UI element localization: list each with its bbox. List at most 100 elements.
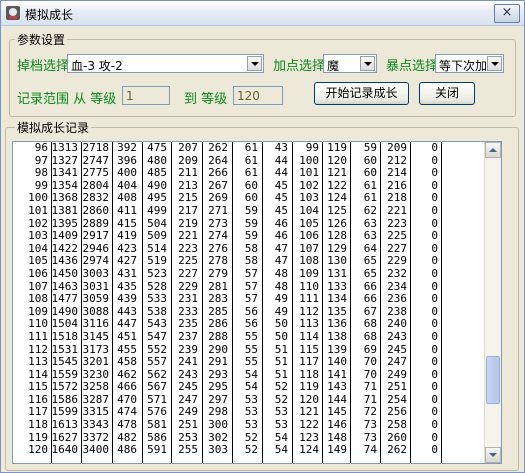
table-cell: 262 — [208, 141, 228, 154]
table-cell: 499 — [147, 203, 167, 217]
start-record-button[interactable]: 开始记录成长 — [314, 82, 409, 105]
chevron-down-icon[interactable] — [247, 56, 262, 71]
addpoint-select-value: 魔 — [327, 59, 340, 73]
chevron-down-icon[interactable] — [487, 56, 502, 71]
table-cell: 411 — [117, 203, 137, 217]
record-range-label: 记录范围 从 等级 — [17, 92, 117, 107]
window-close-button[interactable]: × — [494, 4, 520, 23]
table-row: 106 1450 3003 431 523 227 279 57 48 109 131 65 232 0 — [13, 268, 485, 281]
table-cell: 115 — [28, 380, 48, 394]
chevron-down-icon[interactable] — [360, 56, 375, 71]
to-level-value: 120 — [237, 89, 260, 103]
table-cell: 108 — [28, 292, 48, 306]
to-level-field[interactable]: 120 — [233, 86, 283, 105]
table-cell: 53 — [244, 418, 258, 432]
table-cell: 279 — [208, 266, 228, 280]
drop-select[interactable]: 血-3 攻-2 — [67, 54, 264, 73]
column-divider — [410, 142, 411, 463]
table-cell: 128 — [327, 229, 347, 243]
table-cell: 241 — [178, 355, 198, 369]
table-cell: 118 — [28, 418, 48, 432]
column-divider — [380, 142, 381, 463]
table-cell: 63 — [363, 229, 377, 243]
table-cell: 466 — [117, 380, 137, 394]
table-cell: 46 — [274, 229, 288, 243]
scroll-down-icon[interactable] — [485, 447, 501, 463]
table-cell: 251 — [387, 380, 407, 394]
column-divider — [142, 142, 143, 463]
table-cell: 101 — [28, 203, 48, 217]
scroll-thumb[interactable] — [486, 355, 500, 404]
table-cell: 232 — [387, 266, 407, 280]
table-cell: 439 — [117, 292, 137, 306]
table-cell: 43 — [274, 141, 288, 154]
table-cell: 557 — [147, 355, 167, 369]
table-cell: 119 — [327, 141, 347, 154]
table-cell: 485 — [147, 166, 167, 180]
crit-select-label: 暴点选择 — [386, 59, 439, 74]
table-cell: 73 — [363, 418, 377, 432]
drop-select-label: 掉档选择 — [17, 59, 70, 74]
table-cell: 61 — [244, 141, 258, 154]
table-cell: 66 — [363, 292, 377, 306]
table-cell: 243 — [387, 329, 407, 343]
table-cell: 49 — [274, 292, 288, 306]
table-cell: 231 — [178, 292, 198, 306]
table-cell: 266 — [208, 166, 228, 180]
table-cell: 211 — [178, 166, 198, 180]
scroll-up-icon[interactable] — [485, 142, 501, 158]
title-bar[interactable]: 模拟成长 × — [1, 1, 524, 26]
column-divider — [262, 142, 263, 463]
table-cell: 57 — [244, 266, 258, 280]
table-cell: 96 — [34, 141, 48, 154]
crit-select-value: 等下次加 — [439, 59, 488, 73]
table-cell: 567 — [147, 380, 167, 394]
addpoint-select-label: 加点选择 — [273, 59, 326, 74]
table-row: 115 1572 3258 466 567 245 295 54 52 119 143 71 251 0 — [13, 381, 485, 394]
table-cell: 431 — [117, 266, 137, 280]
table-cell: 251 — [178, 418, 198, 432]
table-cell: 1613 — [51, 418, 79, 432]
table-cell: 392 — [117, 141, 137, 154]
table-cell: 1545 — [51, 355, 79, 369]
table-cell: 221 — [178, 229, 198, 243]
table-cell: 486 — [117, 443, 137, 457]
close-button[interactable]: 关闭 — [419, 82, 475, 105]
column-divider — [292, 142, 293, 463]
table-cell: 52 — [244, 443, 258, 457]
from-level-field[interactable]: 1 — [122, 86, 170, 105]
table-cell: 131 — [327, 266, 347, 280]
from-level-value: 1 — [126, 89, 134, 103]
table-cell: 106 — [28, 266, 48, 280]
table-cell: 255 — [178, 443, 198, 457]
column-divider — [171, 142, 172, 463]
table-cell: 475 — [147, 141, 167, 154]
table-cell: 258 — [387, 418, 407, 432]
table-cell: 274 — [208, 229, 228, 243]
table-cell: 271 — [208, 203, 228, 217]
table-cell: 217 — [178, 203, 198, 217]
table-cell: 207 — [178, 141, 198, 154]
table-row: 118 1613 3343 478 581 251 300 53 53 122 146 73 258 0 — [13, 419, 485, 432]
crit-select[interactable]: 等下次加 — [435, 54, 504, 73]
table-cell: 60 — [363, 166, 377, 180]
column-divider — [441, 142, 442, 463]
table-cell: 68 — [363, 329, 377, 343]
addpoint-select[interactable]: 魔 — [323, 54, 377, 73]
table-row: 108 1477 3059 439 533 231 283 57 49 111 134 66 236 0 — [13, 293, 485, 306]
table-cell: 134 — [327, 292, 347, 306]
table-cell: 59 — [244, 229, 258, 243]
table-cell: 1518 — [51, 329, 79, 343]
table-row: 103 1409 2917 419 509 221 274 59 46 106 128 63 225 0 — [13, 230, 485, 243]
table-cell: 120 — [28, 443, 48, 457]
table-cell: 71 — [363, 380, 377, 394]
table-cell: 458 — [117, 355, 137, 369]
column-divider — [232, 142, 233, 463]
growth-log-list[interactable]: 96 1313 2718 392 475 207 262 61 43 99 119 59 209 0 97 1… — [12, 141, 502, 464]
to-level-label: 到 等级 — [184, 92, 228, 107]
table-cell: 237 — [178, 329, 198, 343]
table-row: 120 1640 3400 486 591 255 303 52 54 124 149 74 262 0 — [13, 444, 485, 457]
vertical-scrollbar[interactable] — [484, 142, 501, 463]
table-cell: 303 — [208, 443, 228, 457]
column-divider — [350, 142, 351, 463]
